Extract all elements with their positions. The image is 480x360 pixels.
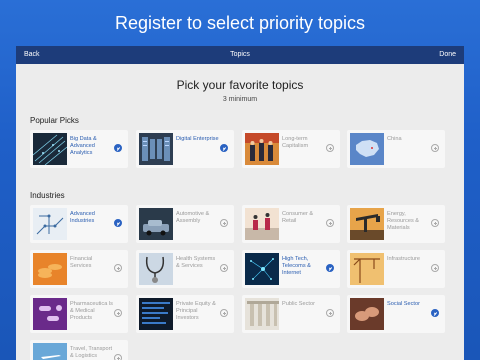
topic-label: Big Data & Advanced Analytics: [70, 136, 97, 156]
network-image: [245, 253, 279, 285]
add-icon[interactable]: [220, 219, 228, 227]
add-icon[interactable]: [114, 309, 122, 317]
topic-label: Digital Enterprise: [176, 136, 219, 142]
topic-card[interactable]: Consumer & Retail: [242, 205, 340, 243]
stethoscope-image: [139, 253, 173, 285]
topic-label: Infrastructure: [387, 256, 420, 262]
circuit-image: [33, 208, 67, 240]
add-icon[interactable]: [326, 309, 334, 317]
stock-screen-image: [139, 298, 173, 330]
china-map-image: [350, 133, 384, 165]
topic-label: Long-term Capitalism: [282, 136, 309, 149]
add-icon[interactable]: [114, 354, 122, 360]
nav-bar: Back Topics Done: [16, 46, 464, 64]
topic-card[interactable]: Digital Enterprise: [136, 130, 234, 168]
data-grid-image: [33, 133, 67, 165]
checkmark-icon[interactable]: [220, 144, 228, 152]
people-in-suits-image: [245, 133, 279, 165]
shoppers-image: [245, 208, 279, 240]
coins-image: [33, 253, 67, 285]
topic-card[interactable]: High Tech, Telecoms & Internet: [242, 250, 340, 288]
airport-image: [33, 343, 67, 360]
topic-label: Energy, Resources & Materials: [387, 211, 420, 231]
car-assembly-image: [139, 208, 173, 240]
topic-card[interactable]: Energy, Resources & Materials: [347, 205, 445, 243]
topic-card[interactable]: Pharmaceutica ls & Medical Products: [30, 295, 128, 333]
topic-card[interactable]: Travel, Transport & Logistics: [30, 340, 128, 360]
topics-panel: Back Topics Done Pick your favorite topi…: [16, 46, 464, 360]
topic-label: Public Sector: [282, 301, 315, 307]
topic-label: Health Systems & Services: [176, 256, 216, 269]
topic-label: Travel, Transport & Logistics: [70, 346, 113, 359]
topic-card[interactable]: Private Equity & Principal Investors: [136, 295, 234, 333]
add-icon[interactable]: [431, 144, 439, 152]
topic-card[interactable]: China: [347, 130, 445, 168]
checkmark-icon[interactable]: [326, 264, 334, 272]
topic-label: High Tech, Telecoms & Internet: [282, 256, 311, 276]
add-icon[interactable]: [431, 219, 439, 227]
add-icon[interactable]: [220, 309, 228, 317]
checkmark-icon[interactable]: [114, 144, 122, 152]
topic-label: Pharmaceutica ls & Medical Products: [70, 301, 113, 321]
done-button[interactable]: Done: [439, 46, 456, 64]
server-room-image: [139, 133, 173, 165]
checkmark-icon[interactable]: [431, 309, 439, 317]
columns-image: [245, 298, 279, 330]
topic-label: Social Sector: [387, 301, 420, 307]
topic-card[interactable]: Advanced Industries: [30, 205, 128, 243]
topic-card[interactable]: Health Systems & Services: [136, 250, 234, 288]
add-icon[interactable]: [114, 264, 122, 272]
hands-image: [350, 298, 384, 330]
minimum-hint: 3 minimum: [222, 96, 258, 103]
section-industries: Industries: [30, 191, 65, 200]
topic-label: China: [387, 136, 402, 142]
oil-pump-image: [350, 208, 384, 240]
add-icon[interactable]: [326, 219, 334, 227]
topic-card[interactable]: Financial Services: [30, 250, 128, 288]
topic-label: Financial Services: [70, 256, 93, 269]
add-icon[interactable]: [220, 264, 228, 272]
topic-label: Advanced Industries: [70, 211, 95, 224]
pills-image: [33, 298, 67, 330]
topic-card[interactable]: Infrastructure: [347, 250, 445, 288]
topic-card[interactable]: Public Sector: [242, 295, 340, 333]
topic-label: Consumer & Retail: [282, 211, 314, 224]
topic-card[interactable]: Automotive & Assembly: [136, 205, 234, 243]
topic-card[interactable]: Big Data & Advanced Analytics: [30, 130, 128, 168]
add-icon[interactable]: [431, 264, 439, 272]
topic-card[interactable]: Long-term Capitalism: [242, 130, 340, 168]
nav-title: Topics: [230, 51, 250, 58]
checkmark-icon[interactable]: [114, 219, 122, 227]
topic-label: Automotive & Assembly: [176, 211, 210, 224]
section-popular-picks: Popular Picks: [30, 116, 79, 125]
page-banner-title: Register to select priority topics: [114, 13, 366, 33]
crane-image: [350, 253, 384, 285]
add-icon[interactable]: [326, 144, 334, 152]
page-title: Pick your favorite topics: [176, 78, 304, 92]
topic-label: Private Equity & Principal Investors: [176, 301, 216, 321]
topic-card[interactable]: Social Sector: [347, 295, 445, 333]
